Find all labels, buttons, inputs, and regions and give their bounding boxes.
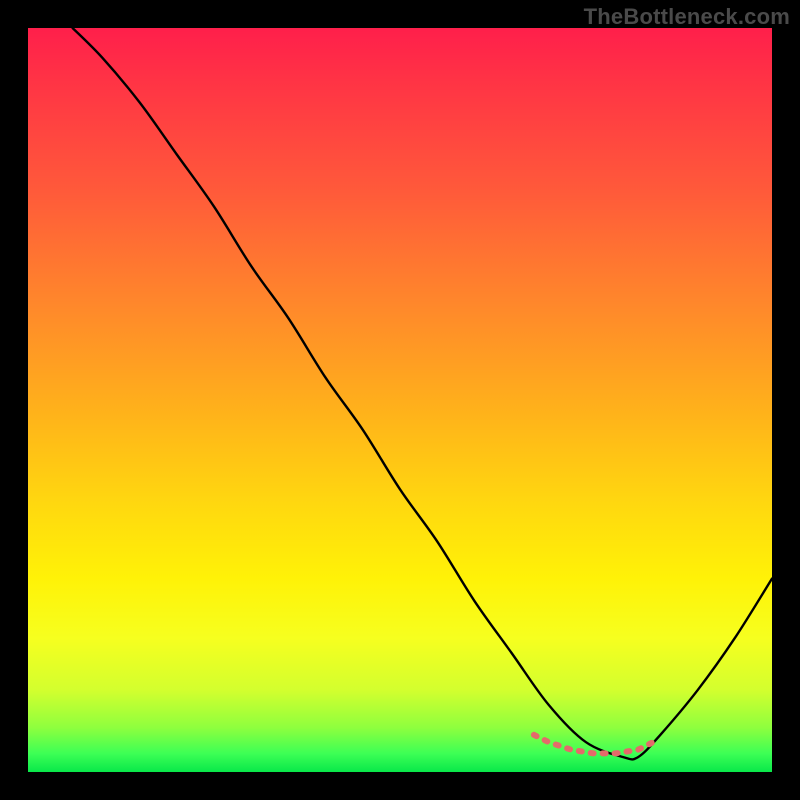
curve-layer	[28, 28, 772, 772]
chart-frame: TheBottleneck.com	[0, 0, 800, 800]
watermark-text: TheBottleneck.com	[584, 4, 790, 30]
plot-area	[28, 28, 772, 772]
trough-highlight	[534, 735, 653, 754]
main-curve	[73, 28, 772, 759]
